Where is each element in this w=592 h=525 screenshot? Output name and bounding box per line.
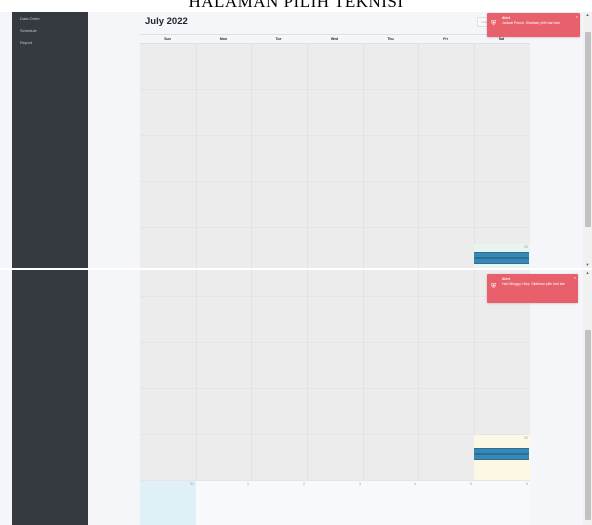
close-icon[interactable]: × [574,275,576,280]
day-number: 6 [526,482,528,486]
page-heading: HALAMAN PILIH TEKNISI [0,0,592,12]
shield-alert-icon: ⛨ [491,283,497,290]
calendar-screenshot-bottom: 30 31 1 2 3 4 5 6 ⛨ Alert Hari Minggu Li… [0,270,592,525]
calendar-screenshot-top: Data Order Schedule Report July 2022 tod… [0,12,592,268]
day-header-sat: Sat [498,37,505,41]
scroll-thumb[interactable] [584,32,591,227]
calendar-title: July 2022 [145,16,188,27]
alert-toast: ⛨ Alert Jadwal Penuh, Silahkan pilih har… [487,13,580,37]
day-header-tue: Tue [275,37,282,41]
alert-message: Hari Minggu Libur, Silahkan pilih hari l… [502,282,566,286]
page-heading-text: HALAMAN PILIH TEKNISI [188,0,404,11]
sidebar [12,270,88,525]
scroll-thumb[interactable] [584,330,591,520]
sidebar-item-data-order[interactable]: Data Order [20,16,40,21]
day-number: 31 [190,482,194,486]
day-header-mon: Mon [219,37,228,41]
calendar-grid: 30 31 1 2 3 4 5 6 [140,270,530,525]
alert-toast: ⛨ Alert Hari Minggu Libur, Silahkan pili… [487,274,578,303]
day-number: 5 [470,482,472,486]
calendar-grid: 30 [140,44,530,268]
event-bar[interactable] [474,258,529,264]
calendar-cell[interactable]: 6 [474,481,530,525]
calendar-cell[interactable]: 2 [251,481,307,525]
sidebar-item-schedule[interactable]: Schedule [20,28,37,33]
day-header-wed: Wed [330,37,339,41]
sidebar-item-report[interactable]: Report [20,40,32,45]
scroll-up-icon[interactable]: ▲ [583,270,592,276]
day-number: 3 [359,482,361,486]
calendar-cell[interactable]: 4 [363,481,418,525]
calendar-cell[interactable]: 5 [418,481,474,525]
day-number: 30 [524,436,528,440]
sidebar: Data Order Schedule Report [12,12,88,268]
day-number: 4 [414,482,416,486]
day-number: 30 [524,245,528,249]
day-header-fri: Fri [443,37,448,41]
shield-alert-icon: ⛨ [491,20,497,27]
calendar-cell[interactable]: 3 [307,481,363,525]
day-number: 1 [247,482,249,486]
event-bar[interactable] [474,454,529,460]
close-icon[interactable]: × [576,14,578,19]
alert-title: Alert [502,277,510,281]
alert-title: Alert [502,16,510,20]
header-border [140,34,530,35]
alert-message: Jadwal Penuh, Silahkan pilih hari lain [502,21,560,25]
scroll-down-icon[interactable]: ▼ [583,262,592,268]
scrollbar[interactable]: ▲ [583,270,592,525]
calendar-cell[interactable]: 1 [196,481,251,525]
day-header-sun: Sun [164,37,171,41]
calendar-cell[interactable]: 31 [140,481,196,525]
day-header-thu: Thu [387,37,394,41]
scroll-up-icon[interactable]: ▲ [583,12,592,18]
scrollbar[interactable]: ▲ ▼ [583,12,592,268]
day-number: 2 [303,482,305,486]
